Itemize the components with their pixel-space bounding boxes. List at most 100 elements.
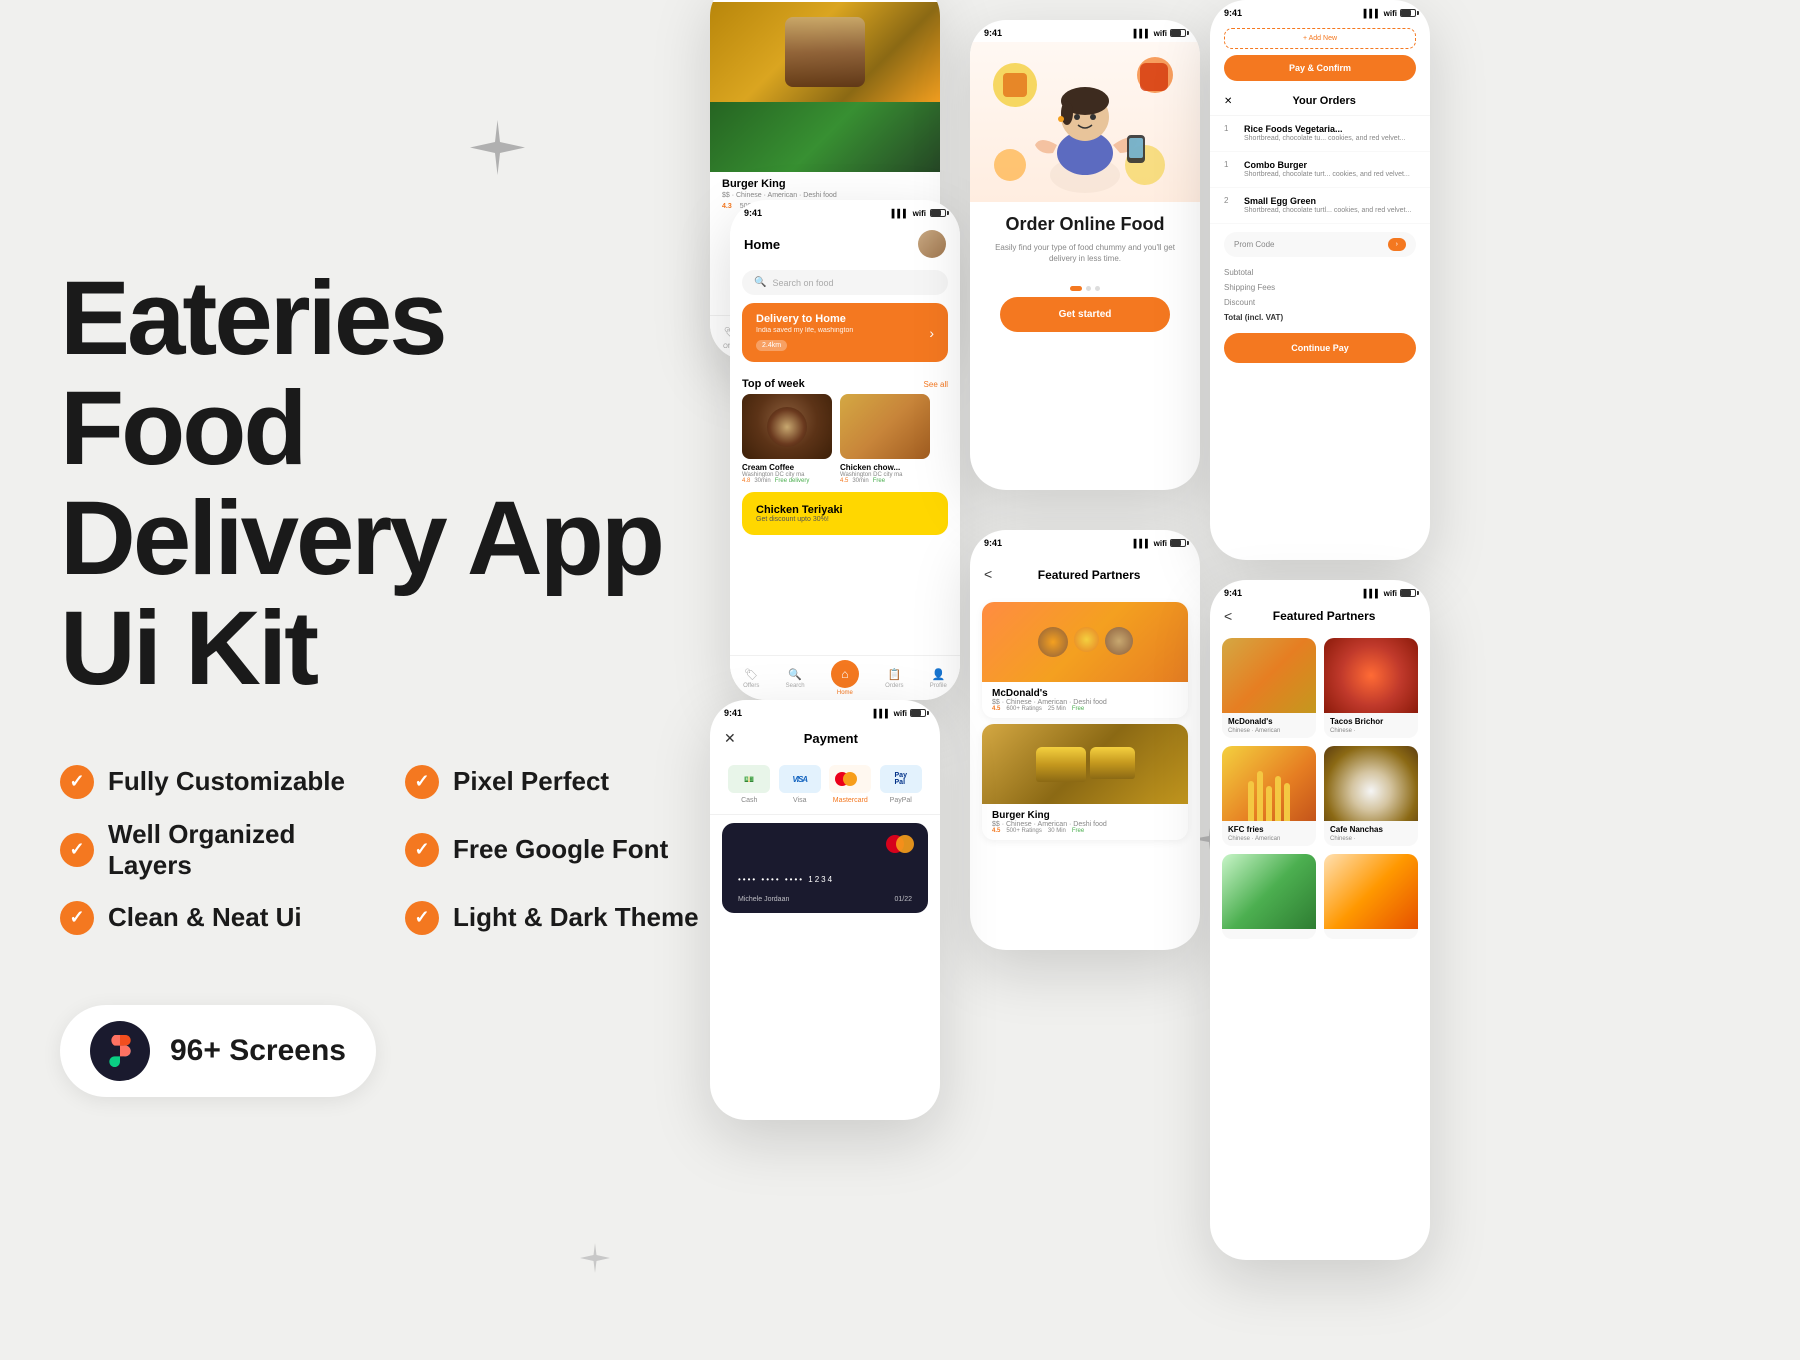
- paypal-method[interactable]: PayPal PayPal: [880, 765, 922, 804]
- promo-banner[interactable]: Chicken Teriyaki Get discount upto 30%!: [742, 492, 948, 535]
- fp-extra2-meta: [1324, 935, 1418, 939]
- bottom-nav-home[interactable]: 🏷 Offers 🔍 Search ⌂ Home 📋 Orders 👤 Prof…: [730, 655, 960, 700]
- battery-featured: [1170, 539, 1186, 547]
- burger-king-card[interactable]: Burger King $$ · Chinese · American · De…: [982, 724, 1188, 840]
- fp-card-kfc[interactable]: KFC fries Chinese · American: [1222, 746, 1316, 846]
- payment-methods-row: 💵 Cash VISA Visa Mastercard PayPal PayPa…: [710, 755, 940, 815]
- feature-label-2: Pixel Perfect: [453, 766, 609, 797]
- status-bar-fp2: 9:41 ▌▌▌ wifi: [1210, 580, 1430, 602]
- bk-delivery: Free: [1072, 828, 1084, 834]
- check-icon-1: [60, 765, 94, 799]
- dot-1: [1070, 286, 1082, 291]
- feature-item-4: Free Google Font: [405, 819, 710, 881]
- order-desc-2: Shortbread, chocolate turt... cookies, a…: [1244, 170, 1416, 179]
- paypal-label: PayPal: [890, 797, 912, 804]
- fp-card-extra1[interactable]: [1222, 854, 1316, 939]
- back-button-featured[interactable]: <: [984, 566, 992, 582]
- burger-king-info: Burger King $$ · Chinese · American · De…: [982, 804, 1188, 840]
- pay-confirm-button[interactable]: Pay & Confirm: [1224, 55, 1416, 81]
- fp-card-tacos[interactable]: Tacos Brichor Chinese ·: [1324, 638, 1418, 738]
- cafe-fp-image: [1324, 746, 1418, 821]
- promo-apply-btn[interactable]: ›: [1388, 238, 1406, 251]
- mcdonalds-card[interactable]: McDonald's $$ · Chinese · American · Des…: [982, 602, 1188, 718]
- visa-method[interactable]: VISA Visa: [779, 765, 821, 804]
- feature-item-6: Light & Dark Theme: [405, 901, 710, 935]
- promo-title: Chicken Teriyaki: [756, 504, 934, 516]
- right-section: 9:41 ▌▌▌ wifi Burger King $$ · Chinese ·…: [700, 0, 1800, 1360]
- fp-card-cafe[interactable]: Cafe Nanchas Chinese ·: [1324, 746, 1418, 846]
- nav-offers-home[interactable]: 🏷 Offers: [743, 668, 759, 689]
- noodles-delivery: Free: [873, 478, 885, 484]
- orders-nav-label: Orders: [885, 683, 903, 689]
- home-content: Home 🔍 Search on food Delivery to Home I…: [730, 222, 960, 692]
- close-payment[interactable]: ✕: [724, 730, 736, 747]
- see-all-link[interactable]: See all: [924, 380, 948, 389]
- search-nav-icon-home: 🔍: [788, 668, 802, 681]
- phone-featured-partners: 9:41 ▌▌▌ wifi < Featured Partners McDona…: [970, 530, 1200, 950]
- wifi-payment: wifi: [894, 709, 907, 718]
- mcdonalds-stats: 4.5 600+ Ratings 25 Min Free: [992, 706, 1178, 712]
- back-button-fp2[interactable]: <: [1224, 608, 1232, 624]
- total-row: Total (incl. VAT): [1210, 310, 1430, 325]
- status-icons-featured: ▌▌▌ wifi: [1134, 539, 1186, 548]
- delivery-title: Delivery to Home: [756, 313, 853, 325]
- mcdonalds-info: McDonald's $$ · Chinese · American · Des…: [982, 682, 1188, 718]
- mcdonalds-fp-image: [1222, 638, 1316, 713]
- features-grid: Fully Customizable Pixel Perfect Well Or…: [60, 765, 710, 935]
- payment-header: ✕ Payment: [710, 722, 940, 755]
- order-details-1: Rice Foods Vegetaria... Shortbread, choc…: [1244, 124, 1416, 143]
- status-icons-order: ▌▌▌ wifi: [1134, 29, 1186, 38]
- dot-2: [1086, 286, 1091, 291]
- get-started-button[interactable]: Get started: [1000, 297, 1170, 332]
- mcdonalds-time: 25 Min: [1048, 706, 1066, 712]
- continue-pay-button[interactable]: Continue Pay: [1224, 333, 1416, 363]
- phone-order-online: 9:41 ▌▌▌ wifi: [970, 20, 1200, 490]
- add-new-button[interactable]: + Add New: [1224, 28, 1416, 49]
- feature-label-6: Light & Dark Theme: [453, 902, 699, 933]
- battery-home: [930, 209, 946, 217]
- feature-item-2: Pixel Perfect: [405, 765, 710, 799]
- status-icons-orders: ▌▌▌ wifi: [1364, 9, 1416, 18]
- food-card-coffee[interactable]: Cream Coffee Washington DC city ma 4.8 3…: [742, 394, 832, 484]
- mcdonalds-meta: $$ · Chinese · American · Deshi food: [992, 699, 1178, 706]
- nav-home-btn[interactable]: ⌂ Home: [831, 660, 859, 696]
- nav-profile-home[interactable]: 👤 Profile: [930, 668, 947, 689]
- fp-tacos-meta: Chinese ·: [1324, 728, 1418, 738]
- mc-logo: [886, 835, 914, 853]
- orders-screen-header: ✕ Your Orders: [1210, 87, 1430, 116]
- bk-ratings-count: 500+ Ratings: [1006, 828, 1042, 834]
- noodles-meta: 4.5 30min Free: [840, 478, 930, 484]
- promo-code-input[interactable]: Prom Code ›: [1224, 232, 1416, 257]
- nav-search-home[interactable]: 🔍 Search: [786, 668, 805, 689]
- search-bar[interactable]: 🔍 Search on food: [742, 270, 948, 295]
- mastercard-icon: [829, 765, 871, 793]
- nav-orders-home[interactable]: 📋 Orders: [885, 668, 903, 689]
- fp-mcdonalds-name: McDonald's: [1222, 713, 1316, 728]
- mcdonalds-ratings-count: 600+ Ratings: [1006, 706, 1042, 712]
- status-time-featured: 9:41: [984, 538, 1002, 548]
- signal-payment: ▌▌▌: [874, 709, 891, 718]
- mcdonalds-image: [982, 602, 1188, 682]
- burger-king-image: [982, 724, 1188, 804]
- signal-order: ▌▌▌: [1134, 29, 1151, 38]
- search-icon: 🔍: [754, 277, 766, 288]
- battery-payment: [910, 709, 926, 717]
- cash-method[interactable]: 💵 Cash: [728, 765, 770, 804]
- restaurant-category: $$ · Chinese · American · Deshi food: [710, 192, 940, 199]
- mastercard-method[interactable]: Mastercard: [829, 765, 871, 804]
- delivery-arrow: ›: [929, 325, 934, 341]
- signal-featured: ▌▌▌: [1134, 539, 1151, 548]
- order-num-1: 1: [1224, 124, 1236, 143]
- featured-title: Featured Partners: [992, 558, 1186, 590]
- close-orders[interactable]: ✕: [1224, 96, 1232, 107]
- fp-extra1-meta: [1222, 935, 1316, 939]
- fp-kfc-meta: Chinese · American: [1222, 836, 1316, 846]
- wifi-orders: wifi: [1384, 9, 1397, 18]
- order-desc-3: Shortbread, chocolate turtl... cookies, …: [1244, 206, 1416, 215]
- user-avatar[interactable]: [918, 230, 946, 258]
- food-card-noodles[interactable]: Chicken chow... Washington DC city ma 4.…: [840, 394, 930, 484]
- delivery-banner[interactable]: Delivery to Home India saved my life, wa…: [742, 303, 948, 362]
- fp-card-extra2[interactable]: [1324, 854, 1418, 939]
- fp-card-mcdonalds[interactable]: McDonald's Chinese · American: [1222, 638, 1316, 738]
- main-title: Eateries Food Delivery App Ui Kit: [60, 264, 710, 705]
